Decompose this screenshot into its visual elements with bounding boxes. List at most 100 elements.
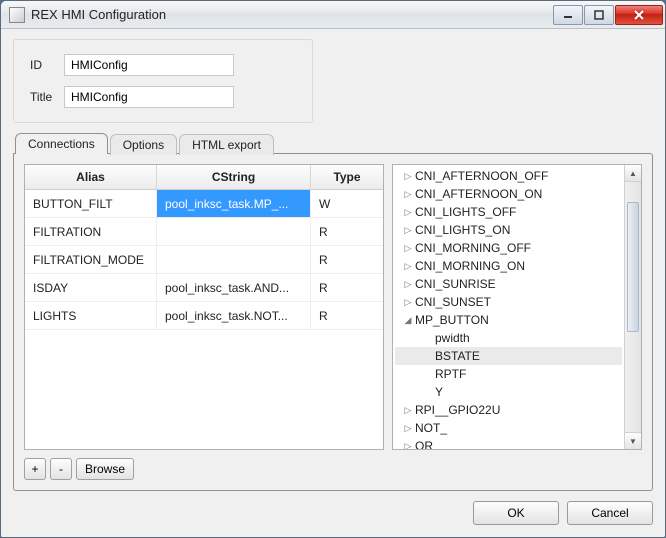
vertical-scrollbar[interactable]: ▲ ▼ (624, 165, 641, 449)
scroll-thumb[interactable] (627, 202, 639, 332)
app-window: REX HMI Configuration ID Title (0, 0, 666, 538)
cell-alias[interactable]: LIGHTS (25, 302, 157, 329)
title-input[interactable] (64, 86, 234, 108)
chevron-right-icon[interactable]: ▷ (401, 171, 415, 182)
chevron-right-icon[interactable]: ▷ (401, 207, 415, 218)
chevron-right-icon[interactable]: ▷ (401, 189, 415, 200)
app-icon (9, 7, 25, 23)
tab-panel-connections: Alias CString Type BUTTON_FILTpool_inksc… (13, 153, 653, 491)
window-controls (553, 5, 663, 25)
chevron-right-icon[interactable]: ▷ (401, 405, 415, 416)
cell-cstring[interactable] (157, 218, 311, 245)
cell-cstring[interactable] (157, 246, 311, 273)
tree-node-label: CNI_LIGHTS_OFF (415, 205, 516, 219)
add-button[interactable]: + (24, 458, 46, 480)
chevron-down-icon[interactable]: ◢ (401, 315, 415, 326)
tree-node[interactable]: ◢MP_BUTTON (395, 311, 622, 329)
scroll-down-button[interactable]: ▼ (625, 432, 641, 449)
ok-button[interactable]: OK (473, 501, 559, 525)
scroll-up-button[interactable]: ▲ (625, 165, 641, 182)
tree-node[interactable]: ▷RPI__GPIO22U (395, 401, 622, 419)
tree-node-label: RPI__GPIO22U (415, 403, 500, 417)
tree-panel: ▷CNI_AFTERNOON_OFF▷CNI_AFTERNOON_ON▷CNI_… (392, 164, 642, 450)
cell-type[interactable]: R (311, 218, 383, 245)
cell-cstring[interactable]: pool_inksc_task.NOT... (157, 302, 311, 329)
table-row[interactable]: FILTRATION_MODE R (25, 246, 383, 274)
tree-child-node[interactable]: pwidth (395, 329, 622, 347)
content-area: ID Title Connections Options HTML export… (1, 29, 665, 537)
tree-child-node[interactable]: Y (395, 383, 622, 401)
browse-button[interactable]: Browse (76, 458, 134, 480)
tree-node-label: BSTATE (435, 349, 480, 363)
cell-type[interactable]: R (311, 302, 383, 329)
th-type[interactable]: Type (311, 165, 383, 189)
window-title: REX HMI Configuration (31, 7, 553, 22)
remove-button[interactable]: - (50, 458, 72, 480)
tree-node-label: Y (435, 385, 443, 399)
close-button[interactable] (615, 5, 663, 25)
tree-node-label: CNI_AFTERNOON_ON (415, 187, 542, 201)
cancel-button[interactable]: Cancel (567, 501, 653, 525)
maximize-button[interactable] (584, 5, 614, 25)
chevron-right-icon[interactable]: ▷ (401, 297, 415, 308)
connections-table: Alias CString Type BUTTON_FILTpool_inksc… (24, 164, 384, 450)
tab-html-export[interactable]: HTML export (179, 134, 274, 155)
tree-node-label: CNI_SUNRISE (415, 277, 496, 291)
tree-node[interactable]: ▷CNI_MORNING_OFF (395, 239, 622, 257)
th-cstring[interactable]: CString (157, 165, 311, 189)
cell-alias[interactable]: FILTRATION (25, 218, 157, 245)
maximize-icon (594, 10, 604, 20)
tree-node[interactable]: ▷CNI_LIGHTS_OFF (395, 203, 622, 221)
tree-node-label: CNI_MORNING_ON (415, 259, 525, 273)
minimize-icon (563, 10, 573, 20)
tab-connections[interactable]: Connections (15, 133, 108, 154)
tree-node-label: NOT_ (415, 421, 447, 435)
tree-node-label: OR_ (415, 439, 440, 449)
cell-type[interactable]: R (311, 246, 383, 273)
tabs: Connections Options HTML export (13, 133, 653, 154)
cell-alias[interactable]: ISDAY (25, 274, 157, 301)
tree-node-label: CNI_LIGHTS_ON (415, 223, 510, 237)
tree-node-label: RPTF (435, 367, 466, 381)
table-row[interactable]: BUTTON_FILTpool_inksc_task.MP_...W (25, 190, 383, 218)
cell-alias[interactable]: FILTRATION_MODE (25, 246, 157, 273)
table-row[interactable]: ISDAYpool_inksc_task.AND...R (25, 274, 383, 302)
tree-node[interactable]: ▷CNI_AFTERNOON_OFF (395, 167, 622, 185)
tree-node[interactable]: ▷CNI_SUNSET (395, 293, 622, 311)
tree-node[interactable]: ▷CNI_SUNRISE (395, 275, 622, 293)
table-row[interactable]: FILTRATION R (25, 218, 383, 246)
cell-type[interactable]: R (311, 274, 383, 301)
tree-node-label: MP_BUTTON (415, 313, 489, 327)
tab-options[interactable]: Options (110, 134, 177, 155)
tree-node-label: CNI_AFTERNOON_OFF (415, 169, 548, 183)
properties-panel: ID Title (13, 39, 313, 123)
id-label: ID (30, 58, 64, 72)
cell-cstring[interactable]: pool_inksc_task.AND... (157, 274, 311, 301)
tree-node-label: CNI_MORNING_OFF (415, 241, 531, 255)
cell-alias[interactable]: BUTTON_FILT (25, 190, 157, 217)
cell-type[interactable]: W (311, 190, 383, 217)
tree-node[interactable]: ▷NOT_ (395, 419, 622, 437)
tree-child-node[interactable]: BSTATE (395, 347, 622, 365)
chevron-right-icon[interactable]: ▷ (401, 261, 415, 272)
tree-node-label: pwidth (435, 331, 470, 345)
chevron-right-icon[interactable]: ▷ (401, 423, 415, 434)
cell-cstring[interactable]: pool_inksc_task.MP_... (157, 190, 311, 217)
chevron-right-icon[interactable]: ▷ (401, 441, 415, 450)
minimize-button[interactable] (553, 5, 583, 25)
id-input[interactable] (64, 54, 234, 76)
tree-node[interactable]: ▷CNI_LIGHTS_ON (395, 221, 622, 239)
chevron-right-icon[interactable]: ▷ (401, 279, 415, 290)
tree-child-node[interactable]: RPTF (395, 365, 622, 383)
chevron-right-icon[interactable]: ▷ (401, 243, 415, 254)
chevron-right-icon[interactable]: ▷ (401, 225, 415, 236)
tree-node[interactable]: ▷CNI_MORNING_ON (395, 257, 622, 275)
titlebar[interactable]: REX HMI Configuration (1, 1, 665, 29)
tree-node[interactable]: ▷OR_ (395, 437, 622, 449)
dialog-footer: OK Cancel (13, 501, 653, 525)
table-row[interactable]: LIGHTSpool_inksc_task.NOT...R (25, 302, 383, 330)
tree-node-label: CNI_SUNSET (415, 295, 491, 309)
close-icon (633, 9, 645, 21)
th-alias[interactable]: Alias (25, 165, 157, 189)
tree-node[interactable]: ▷CNI_AFTERNOON_ON (395, 185, 622, 203)
